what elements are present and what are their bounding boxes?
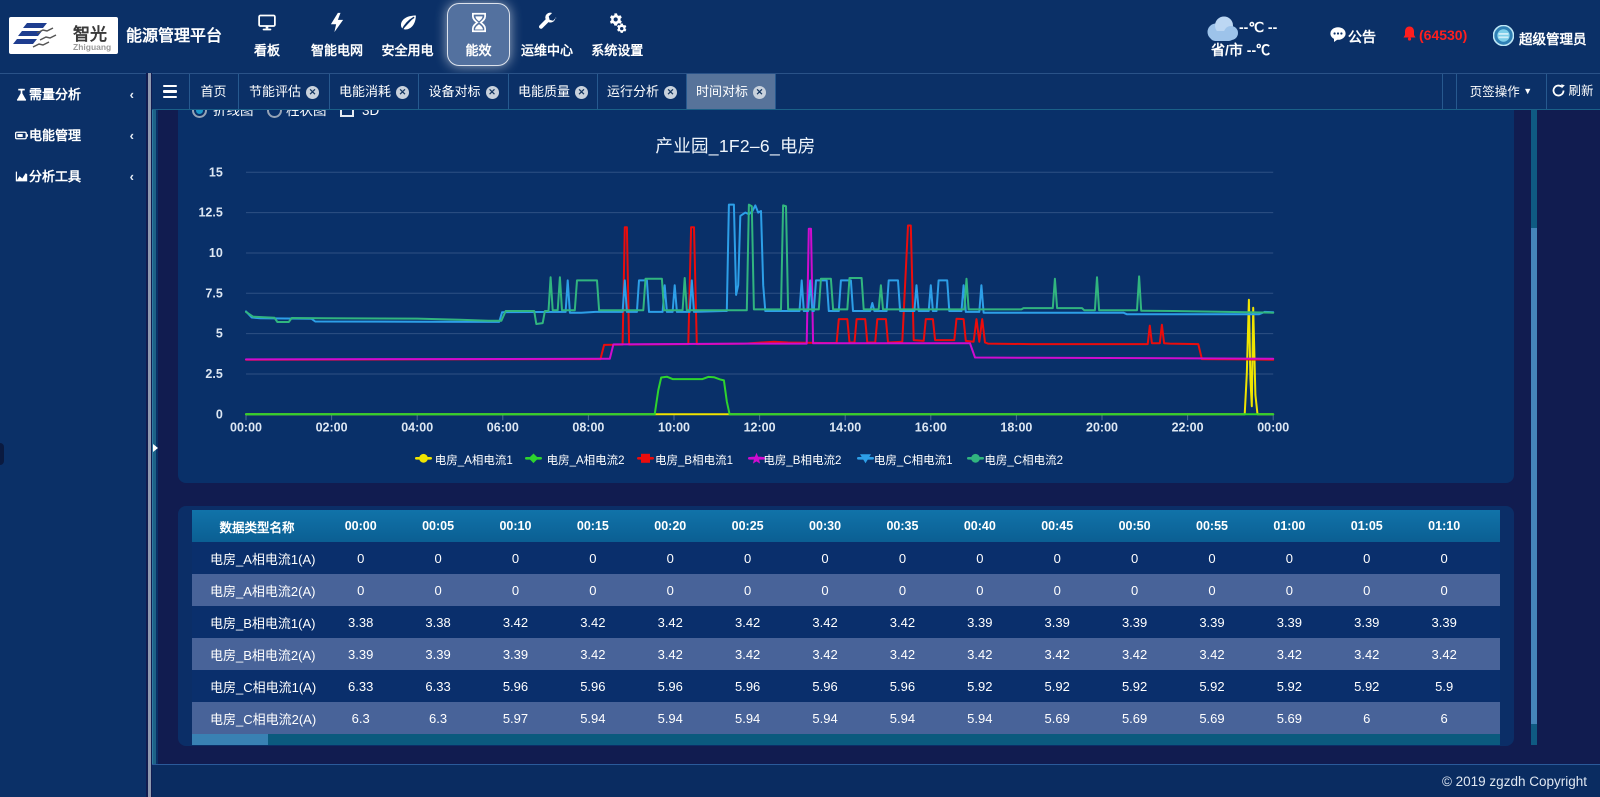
- svg-text:10:00: 10:00: [658, 421, 690, 435]
- svg-text:14:00: 14:00: [829, 421, 861, 435]
- svg-text:18:00: 18:00: [1000, 421, 1032, 435]
- svg-text:智光: 智光: [73, 24, 107, 44]
- svg-text:16:00: 16:00: [915, 421, 947, 435]
- svg-text:20:00: 20:00: [1086, 421, 1118, 435]
- svg-text:04:00: 04:00: [401, 421, 433, 435]
- svg-text:10: 10: [209, 246, 223, 260]
- svg-text:0: 0: [216, 407, 223, 421]
- svg-text:12.5: 12.5: [198, 206, 222, 220]
- svg-text:7.5: 7.5: [205, 286, 222, 300]
- svg-text:06:00: 06:00: [487, 421, 519, 435]
- svg-text:12:00: 12:00: [744, 421, 776, 435]
- svg-text:00:00: 00:00: [1257, 421, 1289, 435]
- svg-text:22:00: 22:00: [1172, 421, 1204, 435]
- svg-text:5: 5: [216, 327, 223, 341]
- svg-text:00:00: 00:00: [230, 421, 262, 435]
- svg-text:08:00: 08:00: [572, 421, 604, 435]
- svg-text:15: 15: [209, 165, 223, 179]
- svg-text:02:00: 02:00: [316, 421, 348, 435]
- svg-text:2.5: 2.5: [205, 367, 222, 381]
- svg-text:Zhiguang: Zhiguang: [73, 42, 111, 52]
